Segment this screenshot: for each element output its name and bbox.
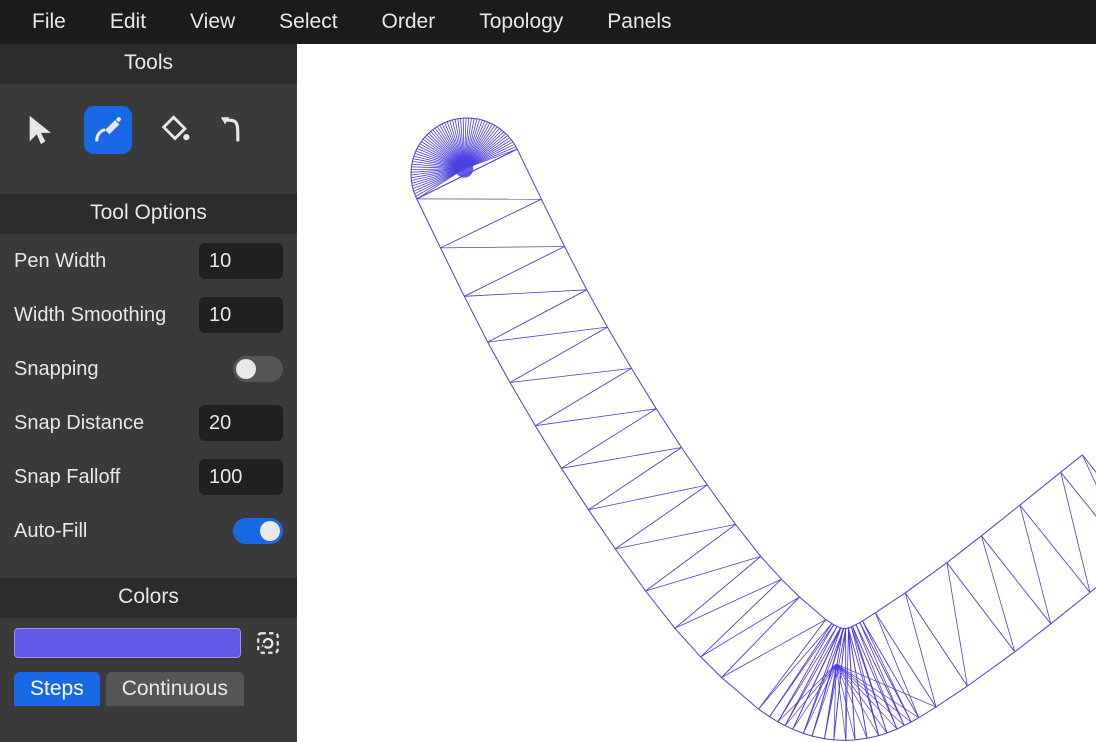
option-pen-width: Pen Width xyxy=(14,242,283,280)
cursor-icon xyxy=(24,113,58,147)
pen-icon xyxy=(91,113,125,147)
menu-file[interactable]: File xyxy=(10,0,88,44)
menu-view[interactable]: View xyxy=(168,0,257,44)
color-sync-button[interactable] xyxy=(253,628,283,658)
menu-topology[interactable]: Topology xyxy=(457,0,585,44)
canvas-drawing xyxy=(297,44,1096,742)
tool-options-panel: Pen Width Width Smoothing Snapping Snap … xyxy=(0,234,297,578)
option-width-smoothing: Width Smoothing xyxy=(14,296,283,334)
pen-width-input[interactable] xyxy=(199,243,283,279)
menu-select[interactable]: Select xyxy=(257,0,359,44)
sync-icon xyxy=(255,630,281,656)
color-row xyxy=(14,628,283,658)
auto-fill-toggle[interactable] xyxy=(233,518,283,544)
menu-bar: File Edit View Select Order Topology Pan… xyxy=(0,0,1096,44)
width-smoothing-input[interactable] xyxy=(199,297,283,333)
option-snap-falloff: Snap Falloff xyxy=(14,458,283,496)
snap-falloff-label: Snap Falloff xyxy=(14,466,120,489)
pen-width-label: Pen Width xyxy=(14,250,106,273)
tab-continuous[interactable]: Continuous xyxy=(106,672,244,706)
snapping-label: Snapping xyxy=(14,358,99,381)
auto-fill-label: Auto-Fill xyxy=(14,520,87,543)
color-swatch[interactable] xyxy=(14,628,241,658)
snapping-toggle[interactable] xyxy=(233,356,283,382)
body-area: Tools xyxy=(0,44,1096,742)
curve-icon xyxy=(218,113,252,147)
color-mode-tabs: Steps Continuous xyxy=(14,672,283,706)
tool-curve[interactable] xyxy=(218,113,252,147)
bucket-icon xyxy=(158,113,192,147)
canvas[interactable] xyxy=(297,44,1096,742)
tool-options-header: Tool Options xyxy=(0,194,297,234)
snap-distance-label: Snap Distance xyxy=(14,412,144,435)
tool-select[interactable] xyxy=(24,113,58,147)
snap-falloff-input[interactable] xyxy=(199,459,283,495)
tool-bucket[interactable] xyxy=(158,113,192,147)
option-auto-fill: Auto-Fill xyxy=(14,512,283,550)
option-snap-distance: Snap Distance xyxy=(14,404,283,442)
colors-panel: Steps Continuous xyxy=(0,618,297,706)
sidebar: Tools xyxy=(0,44,297,742)
menu-edit[interactable]: Edit xyxy=(88,0,168,44)
option-snapping: Snapping xyxy=(14,350,283,388)
colors-header: Colors xyxy=(0,578,297,618)
tools-row xyxy=(0,84,297,194)
tool-pen[interactable] xyxy=(84,106,132,154)
tools-header: Tools xyxy=(0,44,297,84)
width-smoothing-label: Width Smoothing xyxy=(14,304,166,327)
menu-panels[interactable]: Panels xyxy=(585,0,693,44)
snap-distance-input[interactable] xyxy=(199,405,283,441)
tab-steps[interactable]: Steps xyxy=(14,672,100,706)
menu-order[interactable]: Order xyxy=(360,0,458,44)
